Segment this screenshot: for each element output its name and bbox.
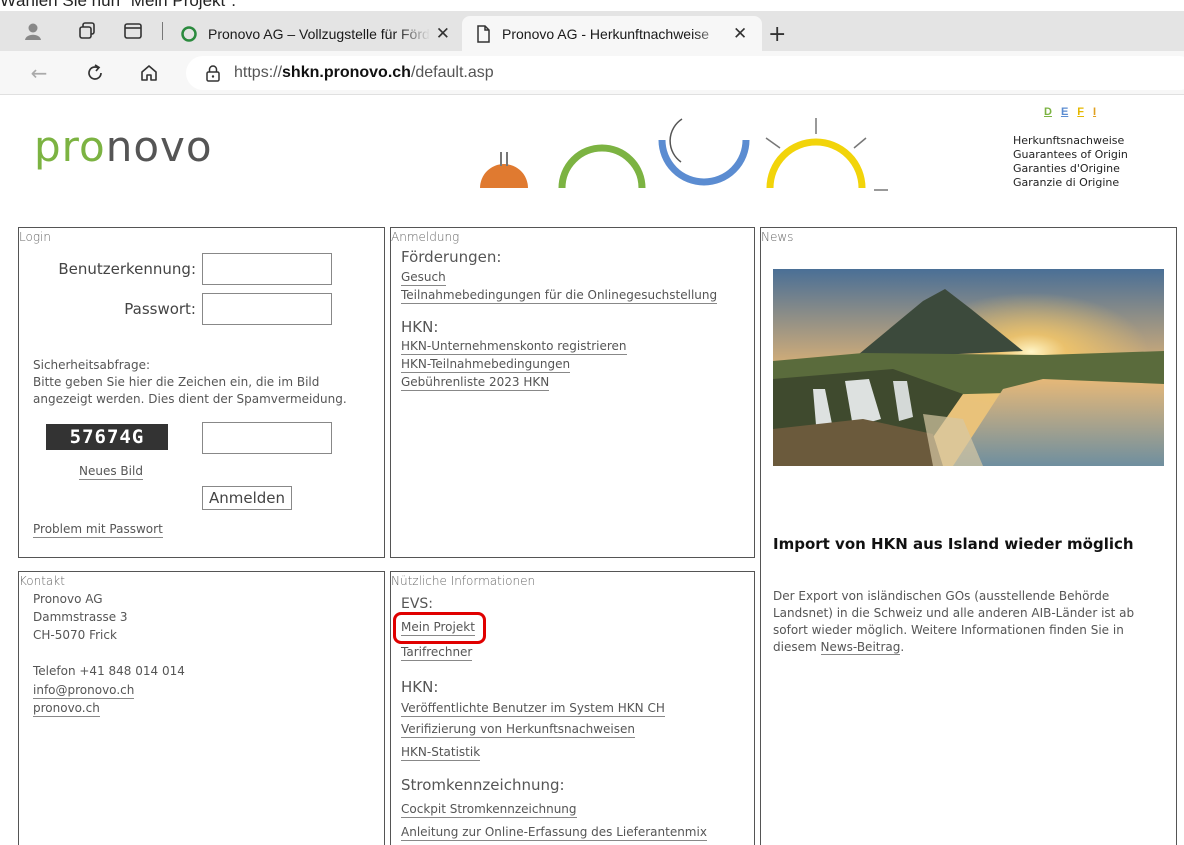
close-icon[interactable]: ✕ <box>436 24 450 44</box>
info-hkn-heading: HKN: <box>401 678 439 696</box>
fee-list-link[interactable]: Gebührenliste 2023 HKN <box>401 374 550 391</box>
tab-title: Pronovo AG - Herkunftnachweise <box>502 25 709 42</box>
news-article-link[interactable]: News-Beitrag <box>820 640 901 655</box>
news-heading: News <box>761 230 794 244</box>
security-text-1: Bitte geben Sie hier die Zeichen ein, di… <box>33 375 320 389</box>
address-bar-row: ← https://shkn.pronovo.ch/default.asp <box>0 51 1184 95</box>
pronovo-ring-icon <box>181 25 197 42</box>
energy-arcs-graphic <box>480 118 888 191</box>
teilnahme-link[interactable]: Teilnahmebedingungen für die Onlinegesuc… <box>401 287 718 304</box>
site-subtitles: Herkunftsnachweise Guarantees of Origin … <box>1013 134 1128 189</box>
contact-email-link[interactable]: info@pronovo.ch <box>33 682 135 699</box>
password-problem-link[interactable]: Problem mit Passwort <box>33 521 163 538</box>
news-title: Import von HKN aus Island wieder möglich <box>773 535 1134 553</box>
tab-actions-icon[interactable] <box>122 20 144 42</box>
lock-icon[interactable] <box>204 64 222 82</box>
stromkennzeichnung-heading: Stromkennzeichnung: <box>401 776 565 794</box>
contact-line-city: CH-5070 Frick <box>33 628 117 642</box>
login-button[interactable]: Anmelden <box>202 486 292 510</box>
workspaces-icon[interactable] <box>76 20 98 42</box>
language-switcher: DEFI <box>1044 106 1105 118</box>
cockpit-link[interactable]: Cockpit Stromkennzeichnung <box>401 801 577 818</box>
published-users-link[interactable]: Veröffentlichte Benutzer im System HKN C… <box>401 700 665 717</box>
back-icon[interactable]: ← <box>26 60 52 86</box>
lieferantenmix-guide-link[interactable]: Anleitung zur Online-Erfassung des Liefe… <box>401 824 707 841</box>
profile-avatar-icon[interactable] <box>22 20 44 42</box>
home-icon[interactable] <box>136 60 162 86</box>
contact-phone: Telefon +41 848 014 014 <box>33 664 185 678</box>
foerderungen-heading: Förderungen: <box>401 248 502 266</box>
news-image <box>773 269 1164 466</box>
hkn-statistik-link[interactable]: HKN-Statistik <box>401 744 481 761</box>
lang-link-d[interactable]: D <box>1044 106 1052 118</box>
tab-herkunftnachweise[interactable]: Pronovo AG - Herkunftnachweise ✕ <box>462 16 762 51</box>
news-body: Der Export von isländischen GOs (ausstel… <box>773 589 1135 655</box>
username-input[interactable] <box>202 253 332 285</box>
instruction-text: Wählen Sie nun "Mein Projekt". <box>0 0 237 10</box>
page-icon <box>477 24 490 43</box>
url-field[interactable]: https://shkn.pronovo.ch/default.asp <box>186 56 1184 90</box>
lang-link-e[interactable]: E <box>1061 106 1068 118</box>
username-label: Benutzerkennung: <box>58 260 196 278</box>
security-title: Sicherheitsabfrage: <box>33 358 151 372</box>
registration-heading: Anmeldung <box>391 230 460 244</box>
security-text-2: angezeigt werden. Dies dient der Spamver… <box>33 392 347 406</box>
new-image-link[interactable]: Neues Bild <box>79 463 143 480</box>
contact-line-street: Dammstrasse 3 <box>33 610 128 624</box>
captcha-image: 57674G <box>46 424 168 450</box>
mein-projekt-highlight <box>393 612 486 644</box>
contact-heading: Kontakt <box>19 574 65 588</box>
evs-heading: EVS: <box>401 596 434 612</box>
password-input[interactable] <box>202 293 332 325</box>
browser-tab-strip: Pronovo AG – Vollzugstelle für Förderpro… <box>0 11 1184 51</box>
password-label: Passwort: <box>124 300 196 318</box>
url-host: shkn.pronovo.ch <box>282 64 411 81</box>
lang-link-f[interactable]: F <box>1077 106 1084 118</box>
new-tab-icon[interactable]: + <box>768 22 786 47</box>
hkn-heading: HKN: <box>401 318 439 336</box>
hkn-teilnahme-link[interactable]: HKN-Teilnahmebedingungen <box>401 356 571 373</box>
pronovo-logo[interactable]: pronovo <box>34 122 213 171</box>
close-icon[interactable]: ✕ <box>733 24 747 44</box>
contact-line-company: Pronovo AG <box>33 592 103 606</box>
tab-foerderprogramme[interactable]: Pronovo AG – Vollzugstelle für Förderpro… <box>168 16 460 51</box>
hkn-register-link[interactable]: HKN-Unternehmenskonto registrieren <box>401 338 627 355</box>
tarifrechner-link[interactable]: Tarifrechner <box>401 644 473 661</box>
login-heading: Login <box>19 230 51 244</box>
tab-title: Pronovo AG – Vollzugstelle für Förderpro… <box>208 25 430 42</box>
verification-link[interactable]: Verifizierung von Herkunftsnachweisen <box>401 721 635 738</box>
gesuch-link[interactable]: Gesuch <box>401 269 446 286</box>
url-prefix: https:// <box>234 64 283 81</box>
contact-web-link[interactable]: pronovo.ch <box>33 700 100 717</box>
useful-info-heading: Nützliche Informationen <box>391 574 536 588</box>
lang-link-i[interactable]: I <box>1093 106 1096 118</box>
url-path: /default.asp <box>410 64 494 81</box>
reload-icon[interactable] <box>82 60 108 86</box>
captcha-input[interactable] <box>202 422 332 454</box>
